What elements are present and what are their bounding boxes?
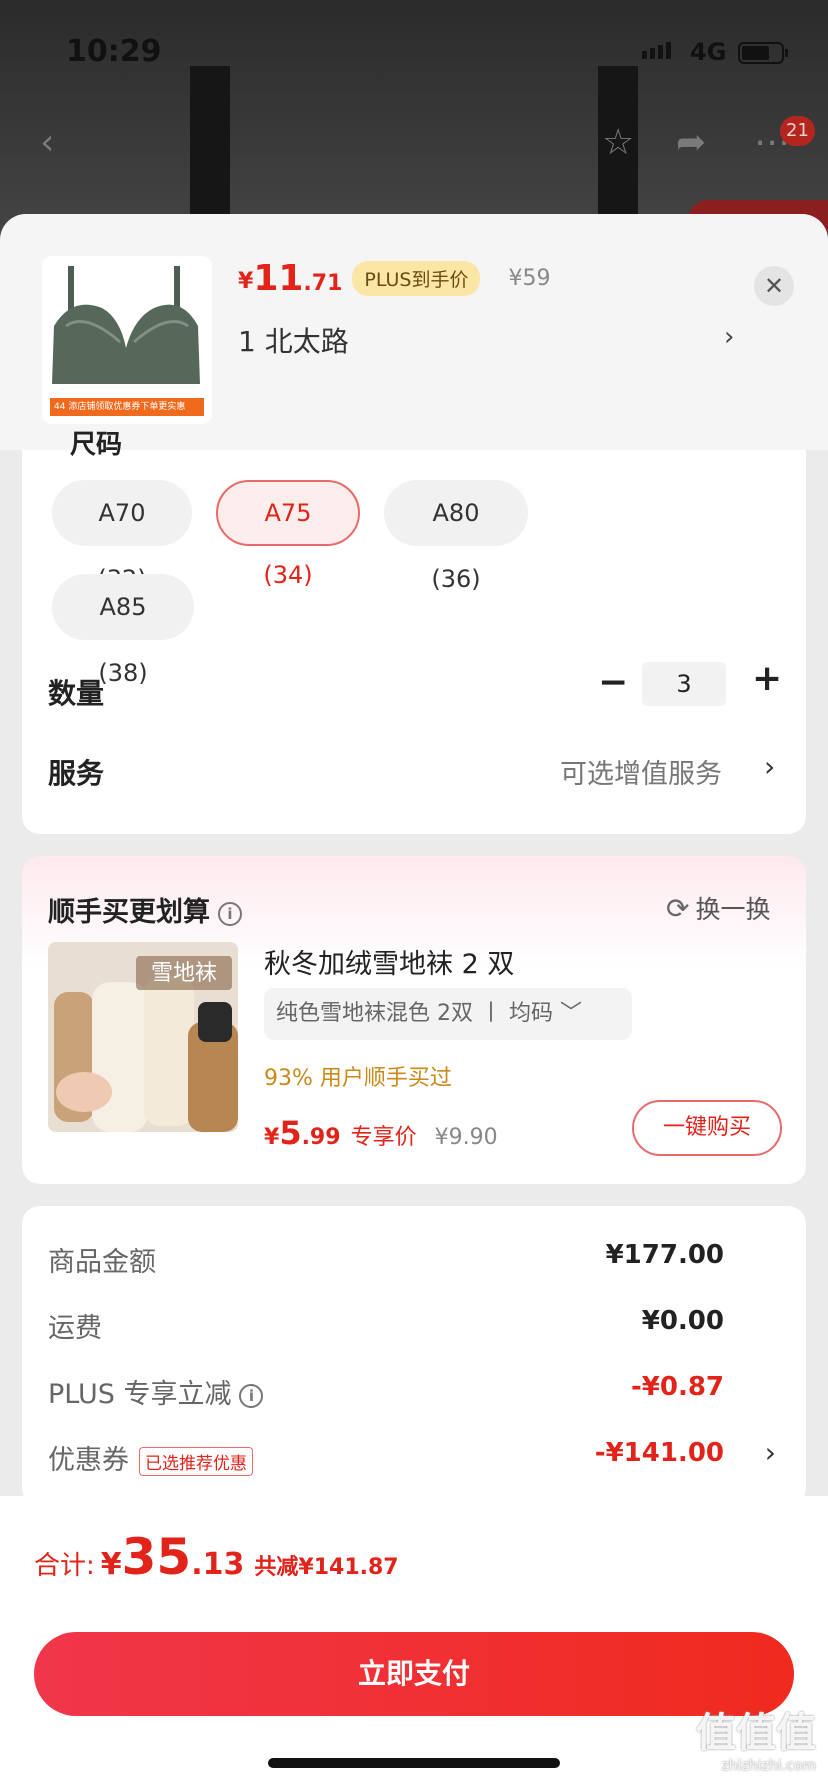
product-thumbnail[interactable]: 44 添店铺领取优惠券下单更实惠 (42, 256, 212, 424)
bundle-option-select[interactable]: 纯色雪地袜混色 2双 丨 均码 ﹀ (264, 988, 632, 1040)
summary-value: ¥177.00 (605, 1240, 724, 1270)
service-label: 服务 (48, 757, 105, 790)
refresh-label: 换一换 (695, 895, 771, 924)
coupon-tag: 已选推荐优惠 (139, 1447, 253, 1476)
total-row: 合计: ¥ 35 .13 共减¥141.87 (34, 1528, 399, 1586)
price-row: ¥ 11 .71 PLUS到手价 ¥59 (238, 258, 550, 299)
summary-label: 运费 (48, 1313, 102, 1344)
summary-value: -¥0.87 (630, 1372, 724, 1402)
bundle-price-decimal: .99 (301, 1125, 341, 1150)
sheet-header: 44 添店铺领取优惠券下单更实惠 ¥ 11 .71 PLUS到手价 ¥59 1 … (0, 214, 828, 450)
cart-count-badge: 21 (780, 116, 815, 146)
sock-image-caption: 雪地袜 (151, 961, 217, 986)
price-decimal: .71 (303, 271, 343, 296)
size-option-a80[interactable]: A80 (36) (384, 480, 528, 593)
chevron-right-icon[interactable]: › (724, 322, 734, 352)
plus-price-tag: PLUS到手价 (352, 261, 481, 296)
original-price: ¥59 (508, 266, 551, 291)
sock-product-image[interactable]: 雪地袜 (48, 942, 238, 1132)
network-type: 4G (690, 38, 727, 66)
watermark-text: 值值值 (696, 1710, 816, 1756)
total-decimal: .13 (191, 1547, 245, 1582)
bundle-price-row: ¥ 5 .99 专享价 ¥9.90 (264, 1114, 498, 1152)
summary-row-coupon[interactable]: 优惠券 已选推荐优惠 -¥141.00 › (48, 1436, 784, 1477)
bundle-title: 顺手买更划算 i (48, 890, 242, 929)
watermark: 值值值 zhizhizhi.com (696, 1700, 816, 1774)
chevron-right-icon[interactable]: › (765, 1436, 776, 1469)
selected-variant[interactable]: 1 北太路 (238, 320, 349, 360)
bundle-price-tag: 专享价 (350, 1125, 417, 1150)
purchase-sheet: 44 添店铺领取优惠券下单更实惠 ¥ 11 .71 PLUS到手价 ¥59 1 … (0, 214, 828, 1792)
pay-now-button[interactable]: 立即支付 (34, 1632, 794, 1716)
summary-label: 商品金额 (48, 1247, 156, 1278)
info-icon[interactable]: i (218, 901, 242, 926)
quantity-increase-button[interactable]: + (752, 658, 782, 699)
bundle-original-price: ¥9.90 (434, 1125, 498, 1150)
refresh-icon: ⟳ (666, 892, 690, 925)
size-option-a70[interactable]: A70 (32) (52, 480, 192, 593)
summary-label: PLUS 专享立减 (48, 1379, 232, 1410)
quantity-decrease-button[interactable]: − (598, 662, 628, 703)
refresh-button[interactable]: ⟳ 换一换 (666, 890, 770, 926)
info-icon[interactable]: i (239, 1383, 264, 1408)
size-quantity-card: 尺码 A70 (32) A75 (34) A80 (36) A85 (38) 数… (22, 430, 806, 834)
bundle-sold-ratio: 93% 用户顺手买过 (264, 1066, 452, 1091)
battery-icon (738, 42, 788, 64)
home-indicator (268, 1758, 560, 1768)
sock-image: 雪地袜 (48, 942, 238, 1132)
summary-row-goods: 商品金额 ¥177.00 (48, 1240, 784, 1279)
summary-row-plus-discount: PLUS 专享立减 i -¥0.87 (48, 1372, 784, 1411)
size-option-a75[interactable]: A75 (34) (216, 480, 360, 589)
close-button[interactable]: ✕ (754, 266, 794, 306)
total-integer: 35 (121, 1528, 192, 1586)
price-currency: ¥ (238, 269, 254, 294)
status-time: 10:29 (66, 34, 162, 69)
size-label: 尺码 (70, 430, 123, 460)
service-value[interactable]: 可选增值服务 (560, 752, 722, 791)
summary-row-shipping: 运费 ¥0.00 (48, 1306, 784, 1345)
bundle-price-integer: 5 (279, 1114, 302, 1152)
summary-value: -¥141.00 (594, 1438, 724, 1468)
share-icon[interactable]: ➦ (676, 122, 706, 163)
total-saved: 共减¥141.87 (254, 1555, 399, 1580)
order-summary-card: 商品金额 ¥177.00 运费 ¥0.00 PLUS 专享立减 i -¥0.87 … (22, 1206, 806, 1506)
bundle-card: 顺手买更划算 i ⟳ 换一换 雪地袜 秋冬加绒雪地袜 2 双 纯色雪地袜混色 2双 … (22, 856, 806, 1184)
bundle-price-currency: ¥ (264, 1125, 280, 1150)
status-bar: 10:29 4G (0, 0, 828, 100)
back-icon[interactable]: ‹ (40, 122, 54, 163)
signal-icon (642, 42, 671, 59)
summary-label: 优惠券 (48, 1445, 129, 1476)
chevron-right-icon[interactable]: › (764, 750, 775, 783)
total-currency: ¥ (100, 1547, 122, 1582)
watermark-url: zhizhizhi.com (721, 1758, 816, 1774)
quantity-label: 数量 (48, 677, 105, 710)
favorite-star-icon[interactable]: ☆ (602, 122, 634, 163)
size-option-a85[interactable]: A85 (38) (52, 574, 194, 687)
bundle-title-text: 顺手买更划算 (48, 897, 210, 928)
one-click-buy-button[interactable]: 一键购买 (632, 1100, 782, 1156)
summary-value: ¥0.00 (641, 1306, 724, 1336)
total-label: 合计: (34, 1551, 95, 1581)
thumbnail-promo-banner: 44 添店铺领取优惠券下单更实惠 (50, 398, 204, 416)
quantity-input[interactable]: 3 (642, 662, 726, 706)
price-integer: 11 (253, 258, 304, 299)
bundle-product-name[interactable]: 秋冬加绒雪地袜 2 双 (264, 942, 514, 981)
